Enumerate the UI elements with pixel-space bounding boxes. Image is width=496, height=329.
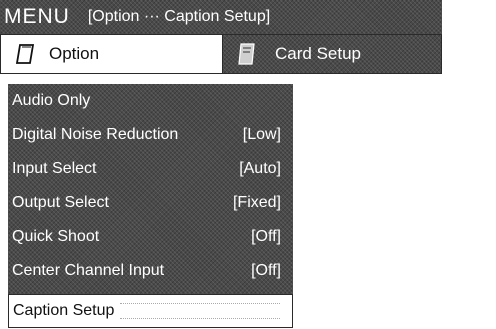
- menu-item-value: [Off]: [251, 228, 281, 245]
- menu-item-label: Digital Noise Reduction: [12, 126, 179, 143]
- menu-item-label: Quick Shoot: [12, 228, 100, 245]
- menu-item-audio-only[interactable]: Audio Only: [8, 84, 293, 118]
- option-menu-panel: Audio Only Digital Noise Reduction [Low]…: [8, 84, 293, 328]
- tab-card-setup-label: Card Setup: [275, 44, 361, 63]
- option-card-icon: [15, 43, 35, 65]
- tab-bar: Option Card Setup: [0, 34, 442, 74]
- menu-item-output-select[interactable]: Output Select [Fixed]: [8, 186, 293, 220]
- menu-item-label: Input Select: [12, 160, 97, 177]
- menu-item-center-channel-input[interactable]: Center Channel Input [Off]: [8, 254, 293, 288]
- menu-item-label: Caption Setup: [13, 302, 115, 319]
- tab-option-label: Option: [49, 44, 100, 63]
- menu-item-caption-setup[interactable]: Caption Setup: [8, 294, 293, 328]
- menu-item-digital-noise-reduction[interactable]: Digital Noise Reduction [Low]: [8, 118, 293, 152]
- menu-item-label: Output Select: [12, 194, 109, 211]
- selection-highlight-dots: [120, 303, 280, 319]
- menu-item-value: [Auto]: [239, 160, 281, 177]
- menu-item-input-select[interactable]: Input Select [Auto]: [8, 152, 293, 186]
- card-setup-icon: [237, 42, 257, 66]
- menu-item-label: Audio Only: [12, 92, 91, 109]
- tab-option[interactable]: Option: [1, 35, 223, 73]
- tab-card-setup[interactable]: Card Setup: [223, 35, 441, 73]
- menu-breadcrumb: [Option ··· Caption Setup]: [87, 8, 271, 25]
- menu-title: MENU: [4, 5, 70, 28]
- menu-item-value: [Off]: [251, 262, 281, 279]
- menu-item-value: [Low]: [242, 126, 281, 143]
- menu-title-bar: MENU [Option ··· Caption Setup]: [0, 0, 442, 34]
- menu-item-value: [Fixed]: [232, 194, 281, 211]
- menu-item-quick-shoot[interactable]: Quick Shoot [Off]: [8, 220, 293, 254]
- menu-item-label: Center Channel Input: [12, 262, 165, 279]
